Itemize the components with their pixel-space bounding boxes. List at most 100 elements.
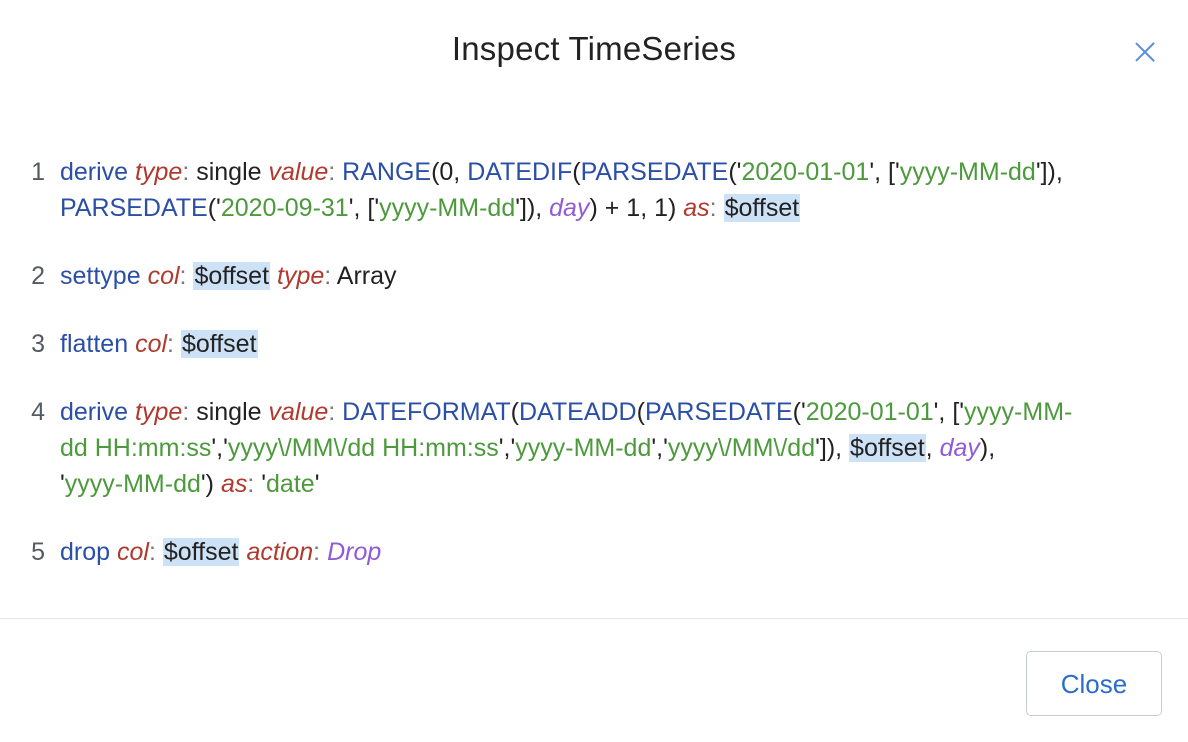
string-literal: yyyy-MM- [964,398,1073,426]
parameter-name: type [135,158,183,186]
code-text: ), [979,434,996,462]
parameter-name: action [246,538,314,566]
function-name: DATEFORMAT [342,398,511,426]
step-number: 2 [31,262,45,290]
function-name: PARSEDATE [580,158,729,186]
code-text: ',' [211,434,228,462]
variable-token: $offset [849,434,926,462]
variable-token: $offset [180,330,258,358]
code-text: ') [200,470,221,498]
step-number: 5 [31,538,45,566]
code-text: ']), [1035,158,1063,186]
parameter-name: col [117,538,149,566]
string-literal: dd HH:mm:ss [60,434,212,462]
parameter-name: type [135,398,183,426]
footer-divider [0,618,1188,619]
code-text: ( [572,158,581,186]
function-name: PARSEDATE [644,398,793,426]
function-name: RANGE [342,158,432,186]
step-number: 3 [31,330,45,358]
parameter-name: col [147,262,180,290]
inspect-dialog: Inspect TimeSeries 1 derive type: single … [0,0,1188,742]
transform-keyword: drop [60,538,111,566]
variable-token: $offset [193,262,271,290]
step-code: derive type: single value: DATEFORMAT(DA… [60,394,1155,502]
transform-keyword: derive [60,158,129,186]
string-literal: 2020-01-01 [805,398,934,426]
parameter-name: value [268,158,329,186]
close-x-icon[interactable] [1131,38,1159,66]
code-text: (' [207,194,221,222]
punctuation: : [167,330,174,358]
step-code: derive type: single value: RANGE(0, DATE… [60,154,1155,226]
code-line: settype col: $offset type: Array [60,258,1155,294]
transform-keyword: settype [60,262,141,290]
parameter-name: type [277,262,325,290]
function-name: DATEDIF [467,158,573,186]
punctuation: : [148,538,156,566]
code-text: ) + 1, 1) [589,194,684,222]
code-line: derive type: single value: DATEFORMAT(DA… [60,394,1155,430]
variable-token: $offset [162,538,240,566]
code-text: ', [' [933,398,965,426]
code-text: single [189,158,262,186]
code-line: 'yyyy-MM-dd') as: 'date' [60,466,1155,502]
variable-token: $offset [723,194,801,222]
code-text: ',' [651,434,668,462]
code-text: Array [331,262,397,290]
close-button[interactable]: Close [1026,651,1162,716]
step-code: drop col: $offset action: Drop [60,534,1155,570]
code-text: ( [636,398,645,426]
step-number: 1 [31,158,45,186]
string-literal: yyyy-MM-dd [899,158,1036,186]
function-name: DATEADD [519,398,637,426]
code-line: drop col: $offset action: Drop [60,534,1155,570]
code-line: derive type: single value: RANGE(0, DATE… [60,154,1155,190]
code-text: ' [254,470,267,498]
string-literal: yyyy\/MM\/dd HH:mm:ss [227,434,499,462]
code-text: (' [792,398,806,426]
code-text: (' [728,158,742,186]
code-line: flatten col: $offset [60,326,1155,362]
string-literal: yyyy-MM-dd [64,470,201,498]
parameter-name: value [268,398,329,426]
code-text: , [925,434,940,462]
code-text: ', [' [869,158,900,186]
parameter-name: col [135,330,168,358]
code-text: ( [510,398,519,426]
code-text: single [189,398,262,426]
transform-keyword: derive [60,398,129,426]
enum-value: day [549,194,590,222]
code-text: (0, [431,158,468,186]
dialog-title: Inspect TimeSeries [451,30,737,67]
enum-value: Drop [327,538,382,566]
string-literal: yyyy-MM-dd [379,194,516,222]
function-name: PARSEDATE [60,194,208,222]
parameter-name: as [220,470,248,498]
step-code: settype col: $offset type: Array [60,258,1155,294]
punctuation: : [709,194,717,222]
code-text: ' [314,470,320,498]
enum-value: day [939,434,980,462]
string-literal: 2020-09-31 [220,194,349,222]
string-literal: yyyy-MM-dd [515,434,652,462]
code-text: ', [' [348,194,380,222]
step-code: flatten col: $offset [60,326,1155,362]
code-line: PARSEDATE('2020-09-31', ['yyyy-MM-dd']),… [60,190,1155,226]
step-number: 4 [31,398,45,426]
string-literal: 2020-01-01 [741,158,870,186]
parameter-name: as [683,194,710,222]
code-line: dd HH:mm:ss','yyyy\/MM\/dd HH:mm:ss','yy… [60,430,1155,466]
transform-keyword: flatten [60,330,129,358]
code-text: ']), [815,434,850,462]
string-literal: date [266,470,315,498]
code-text: ',' [498,434,516,462]
